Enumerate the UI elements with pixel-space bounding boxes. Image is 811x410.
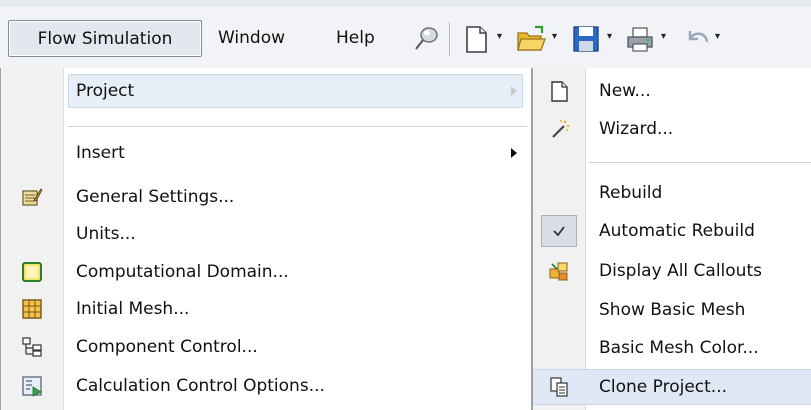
menu-item-label: Computational Domain... — [76, 262, 289, 282]
menu-item-label: General Settings... — [76, 187, 235, 207]
print-dropdown-arrow[interactable]: ▾ — [661, 32, 671, 42]
save-icon[interactable] — [570, 23, 602, 55]
undo-icon[interactable] — [680, 23, 712, 55]
menu-item-computational-domain[interactable]: Computational Domain... — [1, 253, 531, 291]
menu-window[interactable]: Window — [218, 20, 285, 57]
menu-item-label: Calculation Control Options... — [76, 376, 325, 396]
callouts-icon — [549, 262, 568, 281]
print-icon[interactable] — [624, 23, 656, 55]
new-document-icon[interactable] — [460, 23, 492, 55]
initial-mesh-icon — [22, 299, 42, 319]
submenu-separator — [589, 162, 811, 163]
submenu-item-label: Clone Project... — [599, 377, 728, 397]
flow-simulation-menu: Project Insert General Settings... Units… — [0, 68, 532, 410]
submenu-item-label: Basic Mesh Color... — [599, 338, 759, 358]
menu-item-project[interactable]: Project — [1, 72, 531, 110]
submenu-item-label: New... — [599, 81, 651, 101]
menu-item-component-control[interactable]: Component Control... — [1, 328, 531, 366]
menu-item-units[interactable]: Units... — [1, 215, 531, 253]
menu-item-label: Initial Mesh... — [76, 299, 190, 319]
submenu-item-new[interactable]: New... — [533, 72, 811, 110]
submenu-item-rebuild[interactable]: Rebuild — [533, 174, 811, 212]
submenu-arrow-icon — [511, 148, 517, 158]
new-dropdown-arrow[interactable]: ▾ — [497, 32, 507, 42]
clone-project-icon — [550, 377, 568, 397]
menu-item-highlight — [68, 74, 523, 108]
new-project-icon — [551, 81, 568, 102]
menu-bar: Flow Simulation Window Help ▾ ▾ ▾ ▾ ▾ — [0, 0, 811, 69]
menu-flow-simulation[interactable]: Flow Simulation — [8, 20, 202, 57]
menu-item-label: Component Control... — [76, 337, 258, 357]
submenu-item-automatic-rebuild[interactable]: Automatic Rebuild — [533, 212, 811, 250]
menu-item-insert[interactable]: Insert — [1, 134, 531, 172]
submenu-item-label: Display All Callouts — [599, 261, 762, 281]
open-dropdown-arrow[interactable]: ▾ — [552, 32, 562, 42]
submenu-item-label: Rebuild — [599, 183, 663, 203]
submenu-item-show-basic-mesh[interactable]: Show Basic Mesh — [533, 291, 811, 329]
submenu-item-label: Automatic Rebuild — [599, 221, 755, 241]
menu-item-label: Project — [76, 81, 135, 101]
submenu-item-label: Wizard... — [599, 119, 674, 139]
submenu-item-display-all-callouts[interactable]: Display All Callouts — [533, 252, 811, 290]
save-dropdown-arrow[interactable]: ▾ — [607, 32, 617, 42]
submenu-item-wizard[interactable]: Wizard... — [533, 110, 811, 148]
project-submenu: New... Wizard... Rebuild Automatic Rebui… — [532, 68, 811, 410]
undo-dropdown-arrow[interactable]: ▾ — [715, 32, 725, 42]
toolbar-separator — [449, 22, 450, 56]
open-folder-icon[interactable] — [515, 23, 547, 55]
submenu-item-basic-mesh-color[interactable]: Basic Mesh Color... — [533, 329, 811, 367]
menu-bar-edge — [0, 0, 811, 7]
pin-icon[interactable] — [410, 23, 442, 55]
submenu-arrow-icon — [511, 86, 517, 96]
menu-item-label: Units... — [76, 224, 136, 244]
menu-item-calculation-control-options[interactable]: Calculation Control Options... — [1, 367, 531, 405]
submenu-item-clone-project[interactable]: Clone Project... — [533, 368, 811, 406]
computational-domain-icon — [22, 262, 42, 282]
component-control-icon — [22, 337, 42, 357]
menu-help[interactable]: Help — [336, 20, 375, 57]
menu-separator — [67, 126, 527, 127]
menu-item-label: Insert — [76, 143, 125, 163]
general-settings-icon — [22, 188, 43, 206]
checkmark-icon — [553, 226, 565, 237]
submenu-item-label: Show Basic Mesh — [599, 300, 746, 320]
wizard-icon — [552, 120, 570, 138]
calculation-control-icon — [22, 376, 42, 397]
menu-item-initial-mesh[interactable]: Initial Mesh... — [1, 290, 531, 328]
menu-item-general-settings[interactable]: General Settings... — [1, 178, 531, 216]
